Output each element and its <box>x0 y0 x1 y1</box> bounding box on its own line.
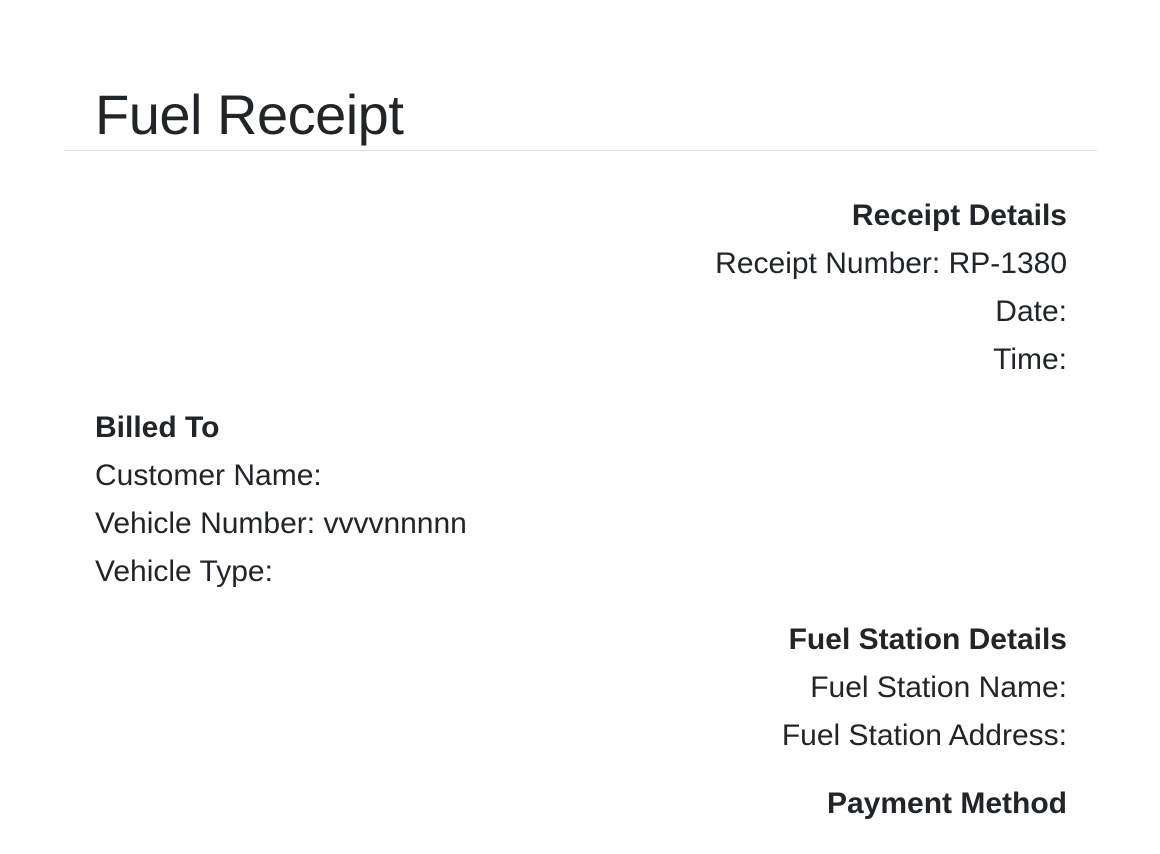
receipt-number: Receipt Number: RP-1380 <box>715 247 1067 280</box>
vehicle-number: Vehicle Number: vvvvnnnnn <box>95 507 467 540</box>
fuel-station-details-heading: Fuel Station Details <box>788 623 1067 656</box>
customer-name: Customer Name: <box>95 459 322 492</box>
page-title: Fuel Receipt <box>95 83 404 146</box>
vehicle-type: Vehicle Type: <box>95 555 273 588</box>
fuel-station-name: Fuel Station Name: <box>810 671 1067 704</box>
billed-to-section: Billed To Customer Name: Vehicle Number:… <box>64 404 1097 596</box>
receipt-date: Date: <box>995 295 1067 328</box>
fuel-station-address: Fuel Station Address: <box>781 719 1067 752</box>
billed-to-heading: Billed To <box>95 411 220 444</box>
payment-method-section: Payment Method <box>64 780 1097 828</box>
title-divider <box>64 150 1097 151</box>
receipt-container: Fuel Receipt Receipt Details Receipt Num… <box>64 0 1097 828</box>
receipt-details-section: Receipt Details Receipt Number: RP-1380 … <box>64 192 1097 384</box>
fuel-station-details-section: Fuel Station Details Fuel Station Name: … <box>64 616 1097 760</box>
receipt-details-heading: Receipt Details <box>851 199 1067 232</box>
receipt-time: Time: <box>993 343 1067 376</box>
payment-method-heading: Payment Method <box>826 787 1067 820</box>
